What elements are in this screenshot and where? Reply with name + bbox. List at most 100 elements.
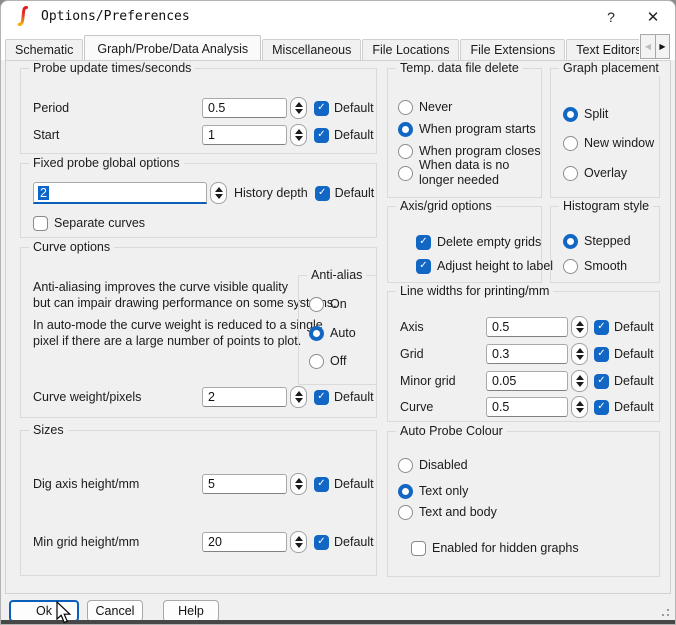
spin-up-icon[interactable] xyxy=(295,536,303,541)
separate-curves-option[interactable]: Separate curves xyxy=(33,212,145,234)
spin-down-icon[interactable] xyxy=(295,485,303,490)
smooth-label[interactable]: Smooth xyxy=(584,259,627,273)
curve-width-spinner[interactable] xyxy=(571,396,588,418)
program-starts-label[interactable]: When program starts xyxy=(419,122,536,136)
radio-icon[interactable] xyxy=(398,458,413,473)
placement-split-option[interactable]: Split xyxy=(563,103,608,125)
min-grid-spinner[interactable] xyxy=(290,531,307,553)
radio-icon[interactable] xyxy=(563,166,578,181)
spin-up-icon[interactable] xyxy=(295,102,303,107)
start-default-checkbox[interactable]: ✓ xyxy=(314,128,329,143)
radio-icon[interactable] xyxy=(398,100,413,115)
temp-delete-no-longer-needed-option[interactable]: When data is nolonger needed xyxy=(398,157,509,189)
start-input[interactable] xyxy=(202,125,287,145)
grid-width-default-checkbox[interactable]: ✓ xyxy=(594,347,609,362)
dig-axis-height-input[interactable] xyxy=(202,474,287,494)
spin-down-icon[interactable] xyxy=(295,398,303,403)
grid-width-spinner[interactable] xyxy=(571,343,588,365)
auto-probe-text-only-option[interactable]: Text only xyxy=(398,480,468,502)
grid-width-input[interactable] xyxy=(486,344,568,364)
spin-up-icon[interactable] xyxy=(576,375,584,380)
auto-probe-text-and-body-option[interactable]: Text and body xyxy=(398,501,497,523)
anti-alias-off-label[interactable]: Off xyxy=(330,354,346,368)
radio-icon[interactable] xyxy=(309,354,324,369)
adjust-height-option[interactable]: ✓ Adjust height to label xyxy=(416,255,553,277)
adjust-height-checkbox[interactable]: ✓ xyxy=(416,259,431,274)
placement-new-window-option[interactable]: New window xyxy=(563,132,654,154)
adjust-height-label[interactable]: Adjust height to label xyxy=(437,259,553,273)
delete-empty-grids-label[interactable]: Delete empty grids xyxy=(437,235,541,249)
axis-width-spinner[interactable] xyxy=(571,316,588,338)
spin-up-icon[interactable] xyxy=(295,391,303,396)
radio-icon[interactable] xyxy=(563,234,578,249)
help-button[interactable]: Help xyxy=(163,600,219,622)
history-default-label[interactable]: Default xyxy=(335,186,375,200)
period-input[interactable] xyxy=(202,98,287,118)
radio-icon[interactable] xyxy=(309,297,324,312)
spin-down-icon[interactable] xyxy=(295,109,303,114)
hidden-graphs-option[interactable]: Enabled for hidden graphs xyxy=(411,537,579,559)
curve-width-default-label[interactable]: Default xyxy=(614,400,654,414)
radio-icon[interactable] xyxy=(563,136,578,151)
anti-alias-on-option[interactable]: On xyxy=(309,293,347,315)
min-grid-default-label[interactable]: Default xyxy=(334,535,374,549)
temp-delete-program-starts-option[interactable]: When program starts xyxy=(398,118,536,140)
minor-grid-width-default-checkbox[interactable]: ✓ xyxy=(594,374,609,389)
spin-up-icon[interactable] xyxy=(295,478,303,483)
program-closes-label[interactable]: When program closes xyxy=(419,144,541,158)
close-button[interactable]: ✕ xyxy=(641,6,665,28)
history-depth-input[interactable]: 2 xyxy=(33,182,207,204)
tab-text-editors[interactable]: Text Editors xyxy=(566,39,639,60)
dig-axis-default-label[interactable]: Default xyxy=(334,477,374,491)
anti-alias-off-option[interactable]: Off xyxy=(309,350,346,372)
spin-up-icon[interactable] xyxy=(576,321,584,326)
hidden-graphs-label[interactable]: Enabled for hidden graphs xyxy=(432,541,579,555)
period-default-label[interactable]: Default xyxy=(334,101,374,115)
axis-width-input[interactable] xyxy=(486,317,568,337)
spin-up-icon[interactable] xyxy=(295,129,303,134)
tab-scroll-left-icon[interactable]: ◀ xyxy=(640,34,655,59)
radio-icon[interactable] xyxy=(563,259,578,274)
stepped-label[interactable]: Stepped xyxy=(584,234,631,248)
delete-empty-grids-checkbox[interactable]: ✓ xyxy=(416,235,431,250)
hidden-graphs-checkbox[interactable] xyxy=(411,541,426,556)
cancel-button[interactable]: Cancel xyxy=(87,600,143,622)
spin-down-icon[interactable] xyxy=(215,194,223,199)
start-spinner[interactable] xyxy=(290,124,307,146)
anti-alias-on-label[interactable]: On xyxy=(330,297,347,311)
period-spinner[interactable] xyxy=(290,97,307,119)
radio-icon[interactable] xyxy=(398,166,413,181)
spin-down-icon[interactable] xyxy=(295,136,303,141)
tab-scroll-right-icon[interactable]: ▶ xyxy=(655,34,670,59)
curve-weight-default-checkbox[interactable]: ✓ xyxy=(314,390,329,405)
spin-up-icon[interactable] xyxy=(576,348,584,353)
history-default-checkbox[interactable]: ✓ xyxy=(315,186,330,201)
tab-schematic[interactable]: Schematic xyxy=(5,39,83,60)
ok-button[interactable]: Ok xyxy=(9,600,79,622)
text-only-label[interactable]: Text only xyxy=(419,484,468,498)
min-grid-default-checkbox[interactable]: ✓ xyxy=(314,535,329,550)
separate-curves-label[interactable]: Separate curves xyxy=(54,216,145,230)
spin-up-icon[interactable] xyxy=(215,187,223,192)
radio-icon[interactable] xyxy=(563,107,578,122)
minor-grid-width-input[interactable] xyxy=(486,371,568,391)
history-depth-spinner[interactable] xyxy=(210,182,227,204)
axis-width-default-label[interactable]: Default xyxy=(614,320,654,334)
curve-width-input[interactable] xyxy=(486,397,568,417)
histogram-smooth-option[interactable]: Smooth xyxy=(563,255,627,277)
spin-down-icon[interactable] xyxy=(576,408,584,413)
tab-file-locations[interactable]: File Locations xyxy=(362,39,459,60)
help-caption-button[interactable]: ? xyxy=(599,6,623,28)
spin-down-icon[interactable] xyxy=(576,328,584,333)
delete-empty-grids-option[interactable]: ✓ Delete empty grids xyxy=(416,231,541,253)
no-longer-needed-label[interactable]: When data is nolonger needed xyxy=(419,158,509,188)
curve-weight-input[interactable] xyxy=(202,387,287,407)
histogram-stepped-option[interactable]: Stepped xyxy=(563,230,631,252)
min-grid-height-input[interactable] xyxy=(202,532,287,552)
minor-grid-width-spinner[interactable] xyxy=(571,370,588,392)
text-and-body-label[interactable]: Text and body xyxy=(419,505,497,519)
anti-alias-auto-label[interactable]: Auto xyxy=(330,326,356,340)
start-default-label[interactable]: Default xyxy=(334,128,374,142)
minor-grid-width-default-label[interactable]: Default xyxy=(614,374,654,388)
radio-icon[interactable] xyxy=(398,122,413,137)
